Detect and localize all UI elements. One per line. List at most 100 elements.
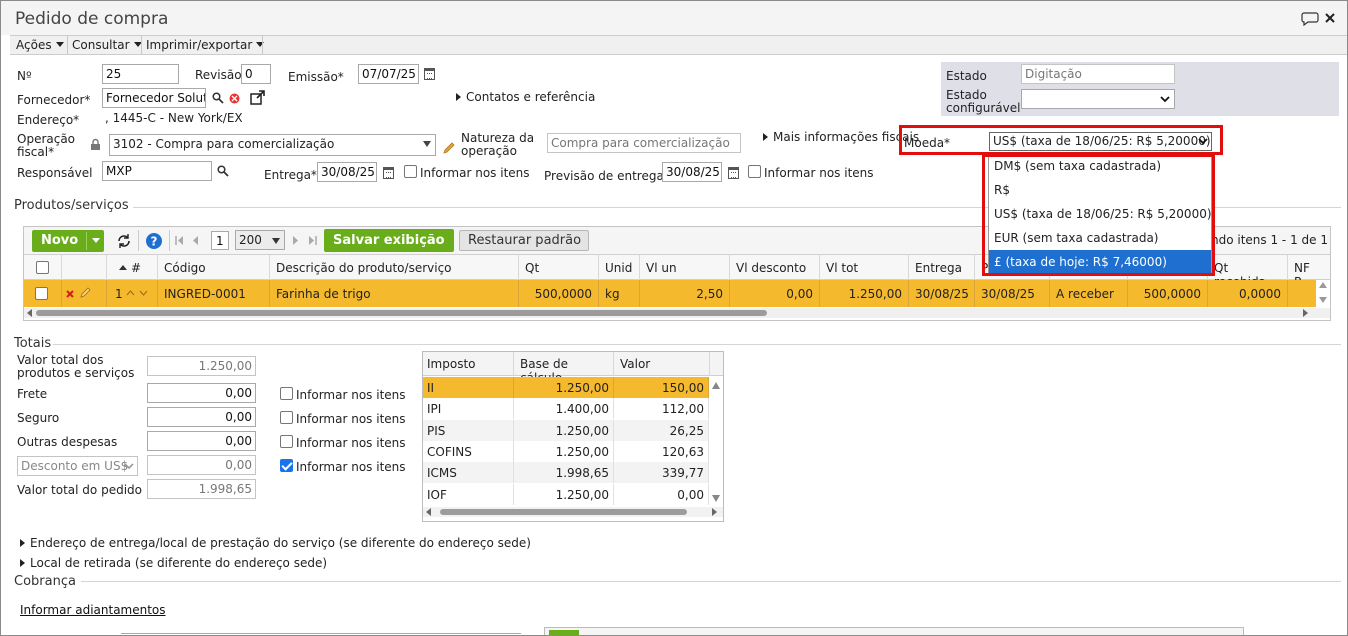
delete-icon[interactable] [66, 290, 74, 298]
calendar-icon[interactable] [424, 68, 435, 80]
emissao-field[interactable]: 07/07/25 [358, 64, 419, 84]
help-icon[interactable]: ? [145, 232, 163, 250]
table-row[interactable]: 1 INGRED-0001 Farinha de trigo 500,0000 … [24, 280, 1316, 307]
previsao-informar-checkbox[interactable] [748, 165, 761, 178]
table-row[interactable]: PIS 1.250,00 26,25 [423, 419, 709, 441]
responsavel-label: Responsável [17, 166, 93, 180]
vertical-scrollbar[interactable] [1316, 280, 1330, 307]
col-vl-tot[interactable]: Vl tot [820, 255, 909, 280]
novo-button[interactable]: Novo [32, 230, 104, 252]
outras-despesas-field[interactable]: 0,00 [147, 431, 256, 451]
emissao-label: Emissão* [288, 70, 344, 84]
refresh-icon[interactable] [116, 233, 132, 249]
lock-icon [91, 138, 100, 150]
pencil-icon[interactable] [442, 141, 456, 155]
calendar-icon[interactable] [728, 167, 739, 179]
table-row[interactable]: IOF 1.250,00 0,00 [423, 483, 709, 505]
col-qt-recebida[interactable]: Qt recebida [1208, 255, 1288, 289]
search-icon[interactable] [217, 165, 229, 177]
row-select-cell [24, 280, 62, 307]
edit-pencil-icon[interactable] [79, 286, 92, 299]
tax-valor: 150,00 [614, 377, 709, 398]
first-page-icon[interactable] [175, 236, 184, 245]
select-all-checkbox[interactable] [36, 261, 49, 274]
fornecedor-field[interactable]: Fornecedor Solutio [102, 88, 206, 108]
taxes-vertical-scrollbar[interactable] [710, 377, 723, 505]
row-codigo: INGRED-0001 [158, 280, 270, 307]
table-row[interactable]: ICMS 1.998,65 339,77 [423, 462, 709, 484]
search-icon[interactable] [212, 92, 224, 104]
cobranca-section-title: Cobrança [14, 574, 76, 589]
col-nf[interactable]: NF R [1288, 255, 1318, 289]
col-unid[interactable]: Unid [599, 255, 640, 280]
menu-consultar[interactable]: Consultar [72, 38, 142, 52]
col-qt[interactable]: Qt [519, 255, 599, 280]
row-num-cell: 1 [107, 280, 158, 307]
row-qt-recebida: 0,0000 [1208, 280, 1288, 307]
numero-label: Nº [17, 69, 32, 83]
taxes-horizontal-scrollbar[interactable] [423, 507, 723, 517]
tax-col-base: Base de cálculo [514, 352, 614, 385]
comment-icon[interactable] [1301, 11, 1319, 26]
operacao-label-2: fiscal* [17, 145, 55, 159]
contatos-toggle[interactable]: Contatos e referência [456, 91, 595, 104]
next-page-icon[interactable] [292, 236, 300, 245]
external-link-icon[interactable] [250, 90, 266, 105]
menu-imprimir-exportar[interactable]: Imprimir/exportar [146, 38, 265, 52]
responsavel-field[interactable]: MXP [102, 161, 212, 181]
outras-informar-checkbox[interactable] [280, 435, 293, 448]
informar-adiantamentos-link[interactable]: Informar adiantamentos [20, 603, 166, 617]
col-entrega[interactable]: Entrega [909, 255, 975, 280]
prev-page-icon[interactable] [191, 236, 199, 245]
table-row[interactable]: COFINS 1.250,00 120,63 [423, 440, 709, 462]
close-icon[interactable] [1325, 13, 1335, 23]
produtos-section-title: Produtos/serviços [14, 198, 129, 213]
page-field[interactable]: 1 [211, 231, 229, 250]
page-size-select[interactable]: 200 [235, 230, 285, 250]
natureza-field[interactable]: Compra para comercialização [547, 133, 741, 153]
frete-label: Frete [17, 387, 48, 401]
restaurar-padrao-button[interactable]: Restaurar padrão [459, 230, 589, 251]
col-vl-un[interactable]: Vl un [640, 255, 730, 280]
taxes-scroll-thumb[interactable] [440, 509, 687, 515]
seguro-field[interactable]: 0,00 [147, 407, 256, 427]
col-codigo[interactable]: Código [158, 255, 270, 280]
salvar-exibicao-button[interactable]: Salvar exibição [324, 229, 454, 252]
table-row[interactable]: II 1.250,00 150,00 [423, 377, 709, 398]
seguro-informar-checkbox[interactable] [280, 411, 293, 424]
move-down-icon[interactable] [139, 290, 148, 296]
menu-acoes[interactable]: Ações [16, 38, 64, 52]
caret-down-icon[interactable] [92, 238, 100, 243]
table-row[interactable]: IPI 1.400,00 112,00 [423, 398, 709, 420]
col-descricao[interactable]: Descrição do produto/serviço [270, 255, 519, 280]
last-page-icon[interactable] [308, 236, 317, 245]
frete-field[interactable]: 0,00 [147, 383, 256, 403]
previsao-field[interactable]: 30/08/25 [662, 162, 722, 182]
col-num[interactable]: # [107, 255, 158, 280]
horizontal-scrollbar[interactable] [24, 308, 1330, 318]
revisao-label: Revisão [195, 68, 242, 82]
col-vl-desconto[interactable]: Vl desconto [730, 255, 820, 280]
revisao-field[interactable]: 0 [241, 64, 271, 84]
desconto-type-select[interactable]: Desconto em US$ [17, 456, 138, 476]
endereco-entrega-toggle[interactable]: Endereço de entrega/local de prestação d… [20, 537, 531, 550]
move-up-icon[interactable] [126, 290, 135, 296]
scroll-thumb[interactable] [36, 310, 767, 316]
numero-field[interactable]: 25 [102, 64, 179, 84]
mais-info-toggle[interactable]: Mais informações fiscais [763, 131, 919, 144]
entrega-field[interactable]: 30/08/25 [317, 162, 377, 182]
entrega-informar-checkbox[interactable] [404, 165, 417, 178]
calendar-icon[interactable] [383, 167, 394, 179]
estado-conf-label-2: configurável [946, 101, 1021, 115]
clear-icon[interactable] [229, 93, 240, 104]
operacao-select[interactable]: 3102 - Compra para comercialização [109, 134, 436, 156]
desconto-informar-checkbox[interactable] [280, 459, 293, 472]
row-vl-tot: 1.250,00 [820, 280, 909, 307]
local-retirada-toggle[interactable]: Local de retirada (se diferente do ender… [20, 557, 327, 570]
col-num-label: # [131, 261, 142, 275]
frete-informar-checkbox[interactable] [280, 387, 293, 400]
row-checkbox[interactable] [35, 287, 48, 300]
estado-panel: Estado Digitação Estado configurável [941, 62, 1339, 116]
estado-conf-select[interactable] [1021, 89, 1175, 109]
desconto-field[interactable]: 0,00 [147, 455, 256, 475]
